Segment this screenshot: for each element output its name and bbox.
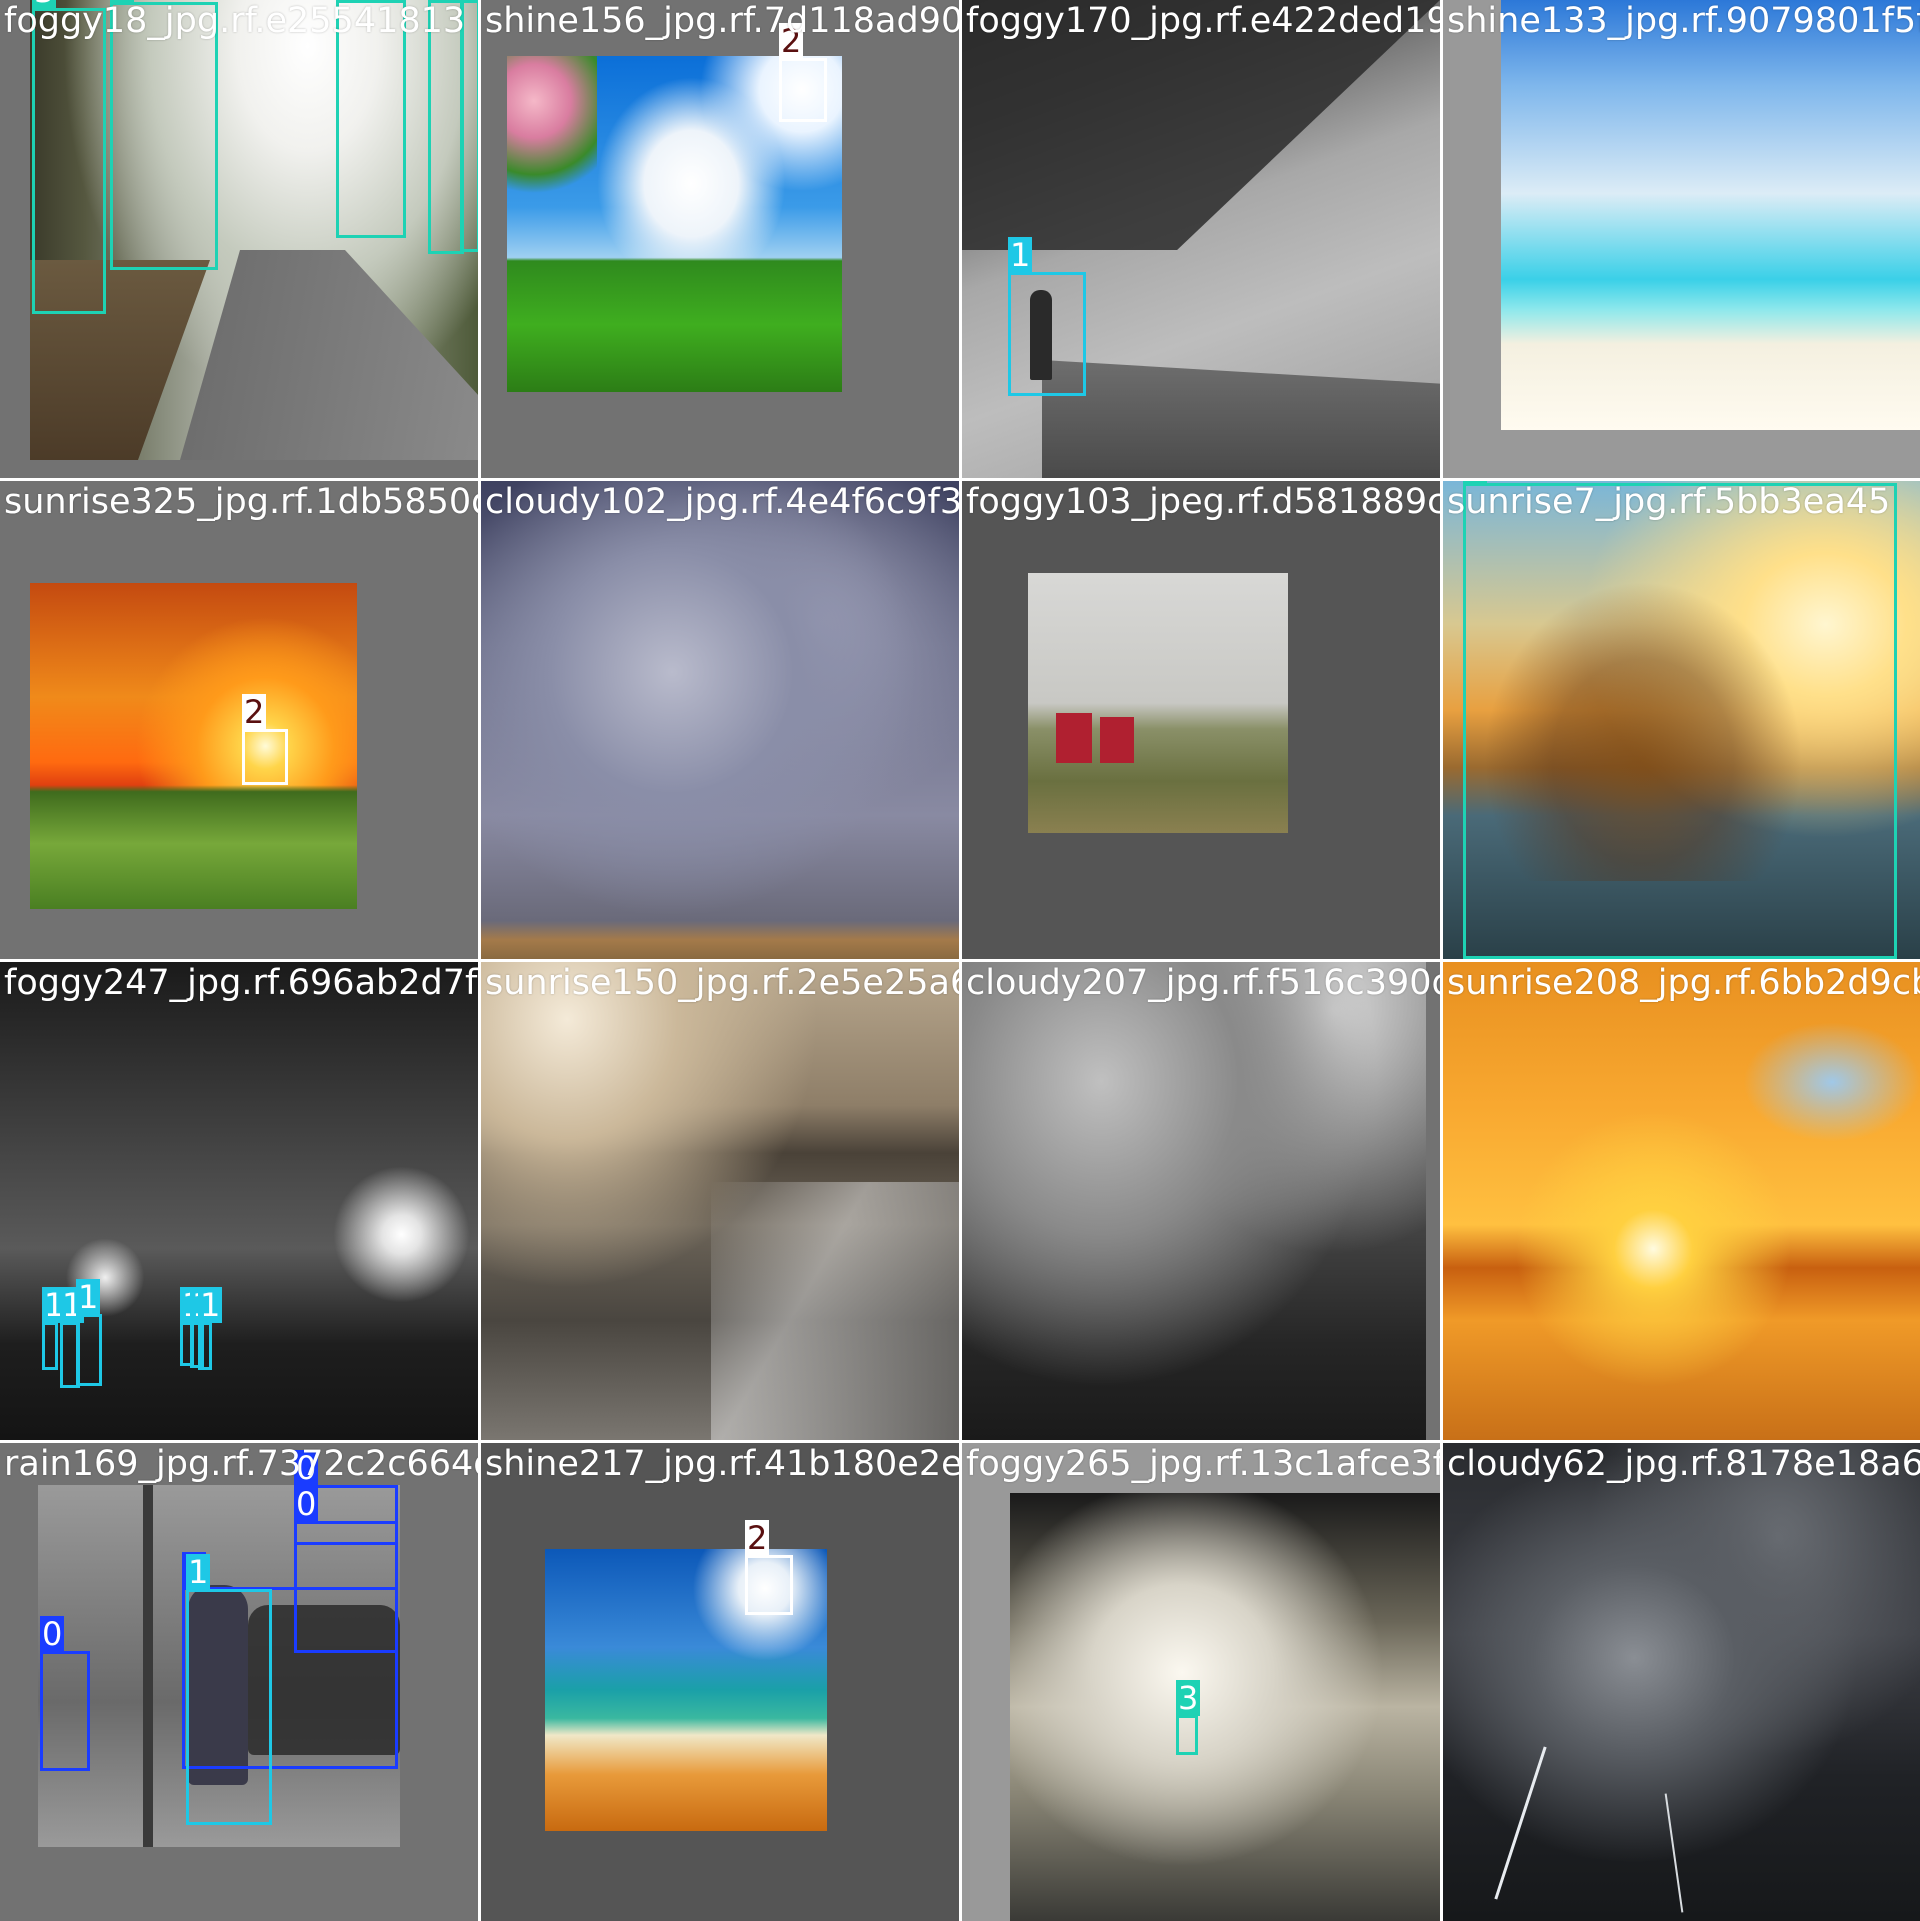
- photo-red-chairs: [1028, 573, 1288, 833]
- box-class-label: 1: [186, 1553, 211, 1591]
- box-class-label: 1: [76, 1278, 101, 1316]
- bounding-box: 3: [1463, 481, 1897, 959]
- tile-sunrise208: sunrise208_jpg.rf.6bb2d9cb: [1443, 962, 1920, 1440]
- box-class-label: 0: [40, 1615, 65, 1653]
- tile-caption: sunrise7_jpg.rf.5bb3ea45: [1447, 482, 1891, 522]
- tile-caption: foggy103_jpeg.rf.d581889c8: [966, 482, 1440, 522]
- tile-caption: shine156_jpg.rf.7d118ad909d: [485, 1, 959, 41]
- box-class-label: 3: [1176, 1679, 1201, 1717]
- tile-caption: rain169_jpg.rf.7372c2c664d: [4, 1444, 478, 1484]
- bounding-box: 3: [1176, 1680, 1201, 1755]
- bounding-box: 0: [294, 1450, 398, 1545]
- bounding-box: 1: [186, 1554, 272, 1825]
- box-class-label: 1: [198, 1286, 223, 1324]
- tile-caption: foggy265_jpg.rf.13c1afce3f9: [966, 1444, 1440, 1484]
- mosaic-grid: foggy18_jpg.rf.e25541813 3 3 3 3 3 shine…: [0, 0, 1920, 1921]
- tile-caption: cloudy102_jpg.rf.4e4f6c9f30b9: [485, 482, 959, 522]
- tile-caption: cloudy207_jpg.rf.f516c390d1: [966, 963, 1440, 1003]
- bounding-box: 1: [76, 1279, 102, 1386]
- tile-foggy247: foggy247_jpg.rf.696ab2d7fc 1 1 1 1 1 1: [0, 962, 478, 1440]
- photo-foggy-platform: [962, 0, 1440, 478]
- tile-caption: foggy247_jpg.rf.696ab2d7fc: [4, 963, 478, 1003]
- tile-shine133: shine133_jpg.rf.9079801f5f4: [1443, 0, 1920, 478]
- bounding-box: 3: [110, 0, 218, 270]
- tile-shine217: shine217_jpg.rf.41b180e2e 2: [481, 1443, 959, 1921]
- tile-caption: foggy170_jpg.rf.e422ded19: [966, 1, 1440, 41]
- box-class-label: 2: [242, 693, 267, 731]
- bounding-box: 2: [242, 694, 288, 785]
- bounding-box: 0: [40, 1616, 90, 1771]
- photo-orange-sunrise: [30, 583, 357, 909]
- tile-caption: sunrise150_jpg.rf.2e5e25a697: [485, 963, 959, 1003]
- box-class-label: 2: [745, 1519, 770, 1557]
- bounding-box: 1: [1008, 237, 1086, 396]
- tile-caption: sunrise208_jpg.rf.6bb2d9cb: [1447, 963, 1920, 1003]
- photo-orange-sunset-sea: [1443, 962, 1920, 1440]
- tile-caption: shine133_jpg.rf.9079801f5f4: [1447, 1, 1920, 41]
- bounding-box: 2: [745, 1520, 793, 1615]
- tile-sunrise7: sunrise7_jpg.rf.5bb3ea45 3: [1443, 481, 1920, 959]
- tile-shine156: shine156_jpg.rf.7d118ad909d 2: [481, 0, 959, 478]
- tile-cloudy62: cloudy62_jpg.rf.8178e18a64: [1443, 1443, 1920, 1921]
- bounding-box: 2: [779, 23, 827, 122]
- photo-lightning-storm: [1443, 1443, 1920, 1921]
- photo-dark-storm: [962, 962, 1426, 1440]
- tile-foggy265: foggy265_jpg.rf.13c1afce3f9 3: [962, 1443, 1440, 1921]
- bounding-box: 1: [198, 1287, 223, 1370]
- tile-foggy18: foggy18_jpg.rf.e25541813 3 3 3 3 3: [0, 0, 478, 478]
- tile-caption: foggy18_jpg.rf.e25541813: [4, 1, 466, 41]
- tile-sunrise325: sunrise325_jpg.rf.1db5850d5 2: [0, 481, 478, 959]
- photo-misty-power-lines: [1010, 1493, 1440, 1921]
- tile-cloudy102: cloudy102_jpg.rf.4e4f6c9f30b9: [481, 481, 959, 959]
- photo-bright-beach: [1501, 0, 1920, 430]
- tile-caption: cloudy62_jpg.rf.8178e18a64: [1447, 1444, 1920, 1484]
- photo-sepia-beach: [481, 962, 959, 1440]
- photo-mammatus-clouds: [481, 481, 959, 959]
- tile-caption: sunrise325_jpg.rf.1db5850d5: [4, 482, 478, 522]
- box-class-label: 1: [1008, 236, 1033, 274]
- tile-cloudy207: cloudy207_jpg.rf.f516c390d1: [962, 962, 1440, 1440]
- tile-rain169: rain169_jpg.rf.7372c2c664d 0 0 0 0 1: [0, 1443, 478, 1921]
- bounding-box: 3: [32, 0, 106, 314]
- tile-sunrise150: sunrise150_jpg.rf.2e5e25a697: [481, 962, 959, 1440]
- tile-caption: shine217_jpg.rf.41b180e2e: [485, 1444, 959, 1484]
- tile-foggy103: foggy103_jpeg.rf.d581889c8: [962, 481, 1440, 959]
- bounding-box: 1: [42, 1287, 67, 1370]
- tile-foggy170: foggy170_jpg.rf.e422ded19 1: [962, 0, 1440, 478]
